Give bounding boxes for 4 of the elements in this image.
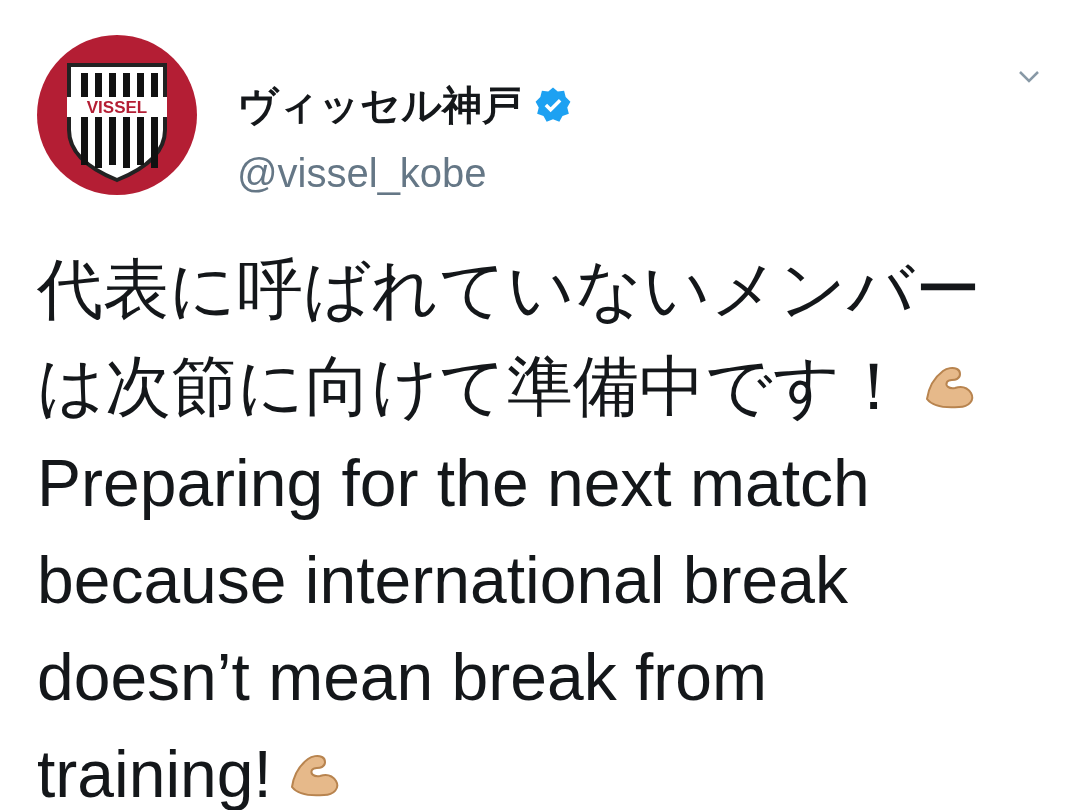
account-name: ヴィッセル神戸 [237,82,522,129]
tweet-text: 代表に呼ばれていないメンバーは次節に向けて準備中です！ [37,251,982,425]
account-handle: @vissel_kobe [237,150,488,197]
club-logo: VISSEL [37,35,197,195]
